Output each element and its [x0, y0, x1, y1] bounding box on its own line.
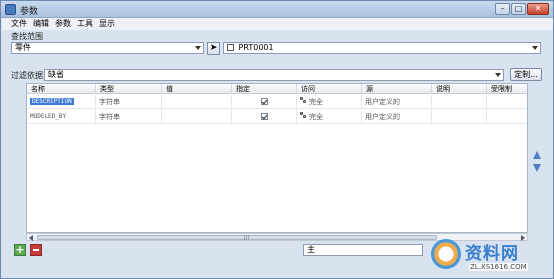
menu-bar: 文件 编辑 参数 工具 显示 — [2, 18, 553, 30]
column-header-type[interactable]: 类型 — [96, 84, 162, 94]
cell-access[interactable]: 完全 — [297, 95, 362, 109]
close-button[interactable]: ✕ — [527, 3, 549, 15]
menu-tools[interactable]: 工具 — [77, 18, 93, 30]
cell-description[interactable] — [432, 110, 487, 124]
title-bar: 参数 – □ ✕ — [1, 1, 553, 18]
detail-level-value: 主 — [307, 245, 315, 254]
cell-restricted[interactable] — [487, 110, 527, 124]
cell-designated[interactable] — [232, 110, 297, 124]
menu-parameters[interactable]: 参数 — [55, 18, 71, 30]
scope-model-select[interactable]: PRT0001 — [223, 42, 541, 54]
remove-parameter-button[interactable] — [30, 244, 42, 256]
watermark-text: 资料网 — [465, 244, 519, 264]
table-header: 名称 类型 值 指定 访问 源 说明 受限制 — [27, 84, 527, 94]
designated-checkbox[interactable] — [261, 98, 268, 105]
chevron-down-icon — [495, 73, 501, 77]
column-header-name[interactable]: 名称 — [27, 84, 96, 94]
cell-description[interactable] — [432, 95, 487, 109]
cell-access[interactable]: 完全 — [297, 110, 362, 124]
scope-type-select[interactable]: 零件 — [11, 42, 204, 54]
cursor-arrow-icon: ➤ — [209, 43, 218, 53]
chevron-down-icon — [195, 46, 201, 50]
filter-select[interactable]: 缺省 — [44, 69, 504, 81]
access-icon — [300, 97, 308, 105]
menu-display[interactable]: 显示 — [99, 18, 115, 30]
table-row[interactable]: MODELED_BY 字符串 完全 用户定义的 — [27, 110, 527, 124]
cell-type[interactable]: 字符串 — [96, 110, 162, 124]
cell-restricted[interactable] — [487, 95, 527, 109]
part-icon — [227, 44, 234, 51]
filter-label: 过滤依据 — [11, 71, 43, 80]
site-watermark: 资料网 ZL.XS1616.COM — [431, 237, 554, 279]
watermark-url: ZL.XS1616.COM — [469, 263, 528, 271]
minimize-button[interactable]: – — [495, 3, 510, 15]
chevron-down-icon — [532, 46, 538, 50]
column-header-description[interactable]: 说明 — [432, 84, 487, 94]
app-icon — [5, 4, 16, 15]
cell-source[interactable]: 用户定义的 — [362, 95, 432, 109]
cell-name[interactable]: MODELED_BY — [27, 110, 96, 124]
filter-value: 缺省 — [48, 70, 64, 79]
cell-name[interactable]: DESCRIPTION — [27, 95, 96, 109]
column-header-access[interactable]: 访问 — [297, 84, 362, 94]
table-row[interactable]: DESCRIPTION 字符串 完全 用户定义的 — [27, 95, 527, 109]
maximize-button[interactable]: □ — [511, 3, 526, 15]
menu-file[interactable]: 文件 — [11, 18, 27, 30]
parameters-table: 名称 类型 值 指定 访问 源 说明 受限制 DESCRIPTION 字符串 完… — [26, 83, 528, 233]
parameters-window: 参数 – □ ✕ 文件 编辑 参数 工具 显示 查找范围 零件 ➤ PRT000… — [0, 0, 554, 279]
cell-value[interactable] — [162, 110, 232, 124]
cell-type[interactable]: 字符串 — [96, 95, 162, 109]
designated-checkbox[interactable] — [261, 113, 268, 120]
watermark-logo-icon — [431, 239, 461, 269]
column-header-source[interactable]: 源 — [362, 84, 432, 94]
scope-label: 查找范围 — [11, 32, 43, 41]
column-header-restricted[interactable]: 受限制 — [487, 84, 527, 94]
select-cursor-button[interactable]: ➤ — [207, 42, 220, 55]
scope-type-value: 零件 — [15, 43, 31, 52]
column-header-designated[interactable]: 指定 — [232, 84, 297, 94]
window-controls: – □ ✕ — [495, 3, 549, 15]
detail-level-select[interactable]: 主 — [303, 244, 423, 256]
add-parameter-button[interactable]: + — [14, 244, 26, 256]
access-icon — [300, 112, 308, 120]
grip-icon: ||| — [244, 235, 250, 241]
cell-designated[interactable] — [232, 95, 297, 109]
scrollbar-thumb[interactable]: ||| — [37, 235, 437, 241]
customize-button[interactable]: 定制... — [510, 68, 542, 81]
move-down-icon[interactable] — [533, 164, 541, 172]
cell-value[interactable] — [162, 95, 232, 109]
scope-model-value: PRT0001 — [238, 43, 274, 52]
window-title: 参数 — [20, 7, 39, 17]
menu-edit[interactable]: 编辑 — [33, 18, 49, 30]
column-header-value[interactable]: 值 — [162, 84, 232, 94]
cell-source[interactable]: 用户定义的 — [362, 110, 432, 124]
scroll-left-icon[interactable] — [29, 235, 33, 241]
move-up-icon[interactable] — [533, 151, 541, 159]
